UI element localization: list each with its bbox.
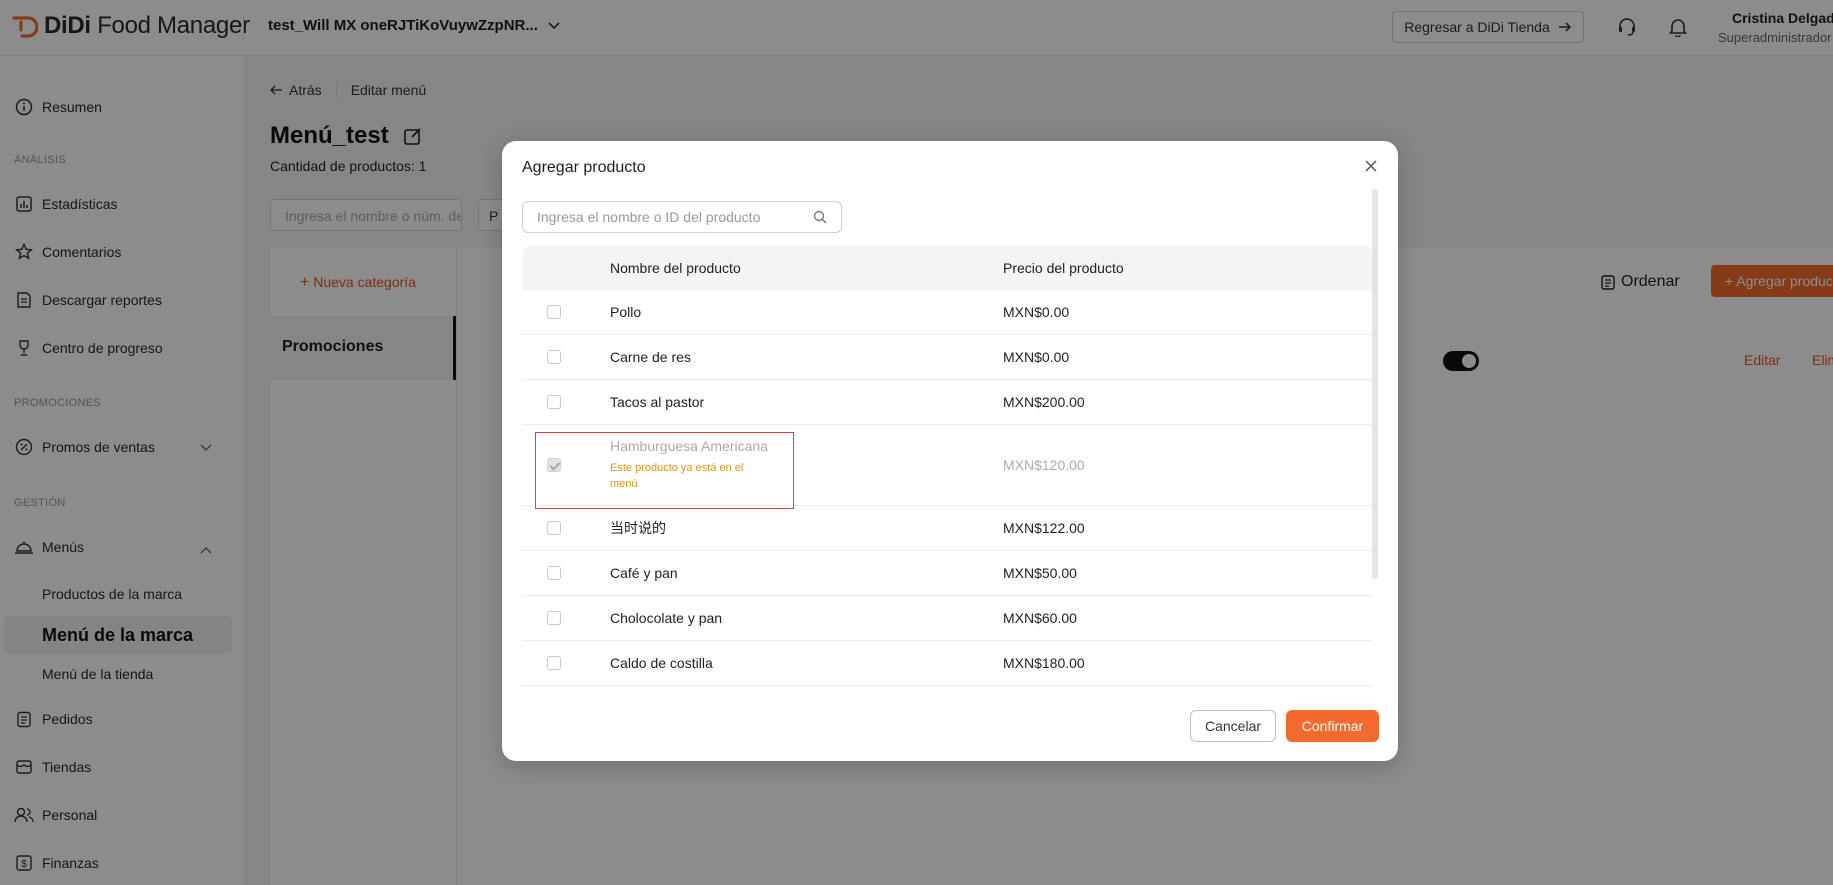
table-row[interactable]: Tacos al pastor MXN$200.00	[522, 380, 1372, 425]
product-name: Cholocolate y pan	[610, 610, 723, 626]
modal-search-input[interactable]: Ingresa el nombre o ID del producto	[522, 201, 842, 233]
add-product-modal: Agregar producto Ingresa el nombre o ID …	[502, 141, 1398, 761]
confirm-button[interactable]: Confirmar	[1286, 710, 1379, 742]
highlight-box	[535, 432, 794, 509]
product-name: Carne de res	[610, 349, 691, 365]
product-price: MXN$180.00	[1003, 655, 1085, 671]
product-price: MXN$0.00	[1003, 349, 1070, 365]
row-checkbox[interactable]	[547, 521, 561, 535]
product-name: Caldo de costilla	[610, 655, 713, 671]
table-row[interactable]: Carne de res MXN$0.00	[522, 335, 1372, 380]
product-price: MXN$200.00	[1003, 394, 1085, 410]
table-row[interactable]: Cholocolate y pan MXN$60.00	[522, 596, 1372, 641]
table-row-disabled: Hamburguesa Americana Este producto ya e…	[522, 425, 1372, 509]
product-name: Pollo	[610, 304, 642, 320]
product-name: Tacos al pastor	[610, 394, 705, 410]
cancel-button[interactable]: Cancelar	[1190, 710, 1276, 742]
table-row[interactable]: Café y pan MXN$50.00	[522, 551, 1372, 596]
modal-search-placeholder: Ingresa el nombre o ID del producto	[537, 209, 761, 225]
product-table: Nombre del producto Precio del producto …	[522, 245, 1372, 689]
modal-scrollbar[interactable]	[1372, 189, 1378, 579]
product-price: MXN$50.00	[1003, 565, 1077, 581]
row-checkbox[interactable]	[547, 656, 561, 670]
product-name: 当时说的	[610, 521, 666, 537]
close-icon[interactable]	[1362, 157, 1380, 175]
product-price: MXN$120.00	[1003, 457, 1085, 473]
row-checkbox[interactable]	[547, 611, 561, 625]
table-row[interactable]: 当时说的 MXN$122.00	[522, 506, 1372, 551]
modal-title: Agregar producto	[522, 159, 646, 176]
product-name: Café y pan	[610, 565, 678, 581]
product-price: MXN$60.00	[1003, 610, 1077, 626]
row-checkbox[interactable]	[547, 305, 561, 319]
product-price: MXN$122.00	[1003, 520, 1085, 536]
row-checkbox-disabled	[547, 458, 561, 472]
product-price: MXN$0.00	[1003, 304, 1070, 320]
row-checkbox[interactable]	[547, 350, 561, 364]
search-icon	[813, 210, 827, 224]
header-name: Nombre del producto	[610, 259, 741, 276]
table-row[interactable]: Pollo MXN$0.00	[522, 290, 1372, 335]
row-checkbox[interactable]	[547, 395, 561, 409]
table-header: Nombre del producto Precio del producto	[522, 245, 1372, 290]
table-row[interactable]: Caldo de costilla MXN$180.00	[522, 641, 1372, 686]
header-price: Precio del producto	[1003, 259, 1124, 276]
row-checkbox[interactable]	[547, 566, 561, 580]
